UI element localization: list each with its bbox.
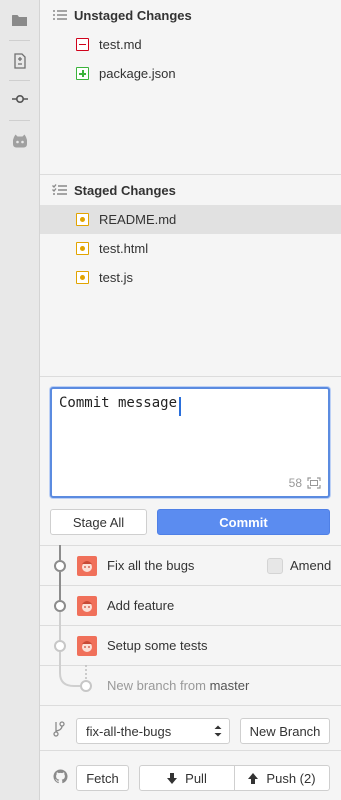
list-icon: [53, 10, 67, 20]
branch-icon: [53, 721, 65, 737]
branch-select[interactable]: fix-all-the-bugs: [76, 718, 230, 744]
main-panel: Unstaged Changes test.md package.json St…: [40, 0, 341, 800]
new-branch-prefix: New branch from: [107, 678, 210, 693]
arrow-down-icon: [167, 772, 178, 784]
graph-node: [54, 600, 66, 612]
stage-all-button[interactable]: Stage All: [50, 509, 147, 535]
amend-label: Amend: [290, 558, 332, 573]
staged-header[interactable]: Staged Changes: [40, 175, 341, 205]
push-label: Push (2): [266, 770, 316, 786]
checklist-icon: [52, 184, 67, 195]
staged-title: Staged Changes: [74, 182, 176, 198]
fetch-button[interactable]: Fetch: [76, 765, 129, 791]
new-branch-label: New branch from master: [107, 678, 249, 693]
file-name: test.html: [99, 241, 149, 256]
modified-status-icon: [76, 242, 89, 255]
added-status-icon: [76, 67, 89, 80]
unstaged-header[interactable]: Unstaged Changes: [40, 0, 341, 30]
push-button[interactable]: Push (2): [234, 766, 329, 790]
diff-icon: [14, 53, 26, 69]
modified-status-icon: [76, 213, 89, 226]
char-count: 58: [288, 476, 302, 490]
commit-message: Setup some tests: [107, 638, 208, 653]
graph-branch-curve: [59, 652, 80, 687]
base-branch-name: master: [209, 678, 250, 693]
staged-file-row[interactable]: test.html: [40, 234, 341, 263]
unstaged-file-row[interactable]: package.json: [40, 59, 341, 88]
graph-node: [54, 640, 66, 652]
rail-divider: [9, 40, 30, 41]
github-tab[interactable]: [0, 123, 39, 159]
project-tab[interactable]: [0, 2, 39, 38]
commit-icon: [11, 94, 28, 104]
unstaged-file-row[interactable]: test.md: [40, 30, 341, 59]
rail-divider: [9, 120, 30, 121]
github-icon: [12, 134, 27, 148]
modified-status-icon: [76, 271, 89, 284]
file-name: package.json: [99, 66, 176, 81]
git-panel: Unstaged Changes test.md package.json St…: [0, 0, 341, 800]
removed-status-icon: [76, 38, 89, 51]
file-name: test.js: [99, 270, 133, 285]
commit-message-box[interactable]: 58: [50, 387, 330, 498]
commit-message: Fix all the bugs: [107, 558, 195, 573]
sidebar-rail: [0, 0, 40, 800]
changes-tab[interactable]: [0, 43, 39, 79]
commit-message: Add feature: [107, 598, 175, 613]
unstaged-title: Unstaged Changes: [74, 7, 192, 23]
select-arrows-icon: [214, 725, 222, 737]
expand-icon[interactable]: [307, 477, 321, 489]
current-branch: fix-all-the-bugs: [86, 723, 172, 739]
folder-icon: [12, 14, 27, 26]
staged-file-row[interactable]: test.js: [40, 263, 341, 292]
octocat-icon: [53, 769, 68, 784]
section-divider: [40, 376, 341, 377]
commit-button[interactable]: Commit: [157, 509, 330, 535]
staged-file-row[interactable]: README.md: [40, 205, 341, 234]
file-name: README.md: [99, 212, 177, 227]
file-name: test.md: [99, 37, 142, 52]
remote-bar: Fetch Pull Push (2): [40, 750, 341, 800]
branch-bar: fix-all-the-bugs New Branch: [40, 705, 341, 750]
pull-label: Pull: [185, 770, 207, 786]
new-branch-button[interactable]: New Branch: [240, 718, 330, 744]
graph-node: [54, 560, 66, 572]
pull-button[interactable]: Pull: [140, 766, 234, 790]
text-caret: [179, 397, 181, 416]
graph-node: [80, 680, 92, 692]
amend-checkbox[interactable]: [267, 558, 283, 574]
commit-message-input[interactable]: [52, 389, 328, 496]
pull-push-group: Pull Push (2): [139, 765, 330, 791]
arrow-up-icon: [248, 772, 259, 784]
history-tab[interactable]: [0, 81, 39, 117]
commit-graph: [54, 545, 92, 692]
